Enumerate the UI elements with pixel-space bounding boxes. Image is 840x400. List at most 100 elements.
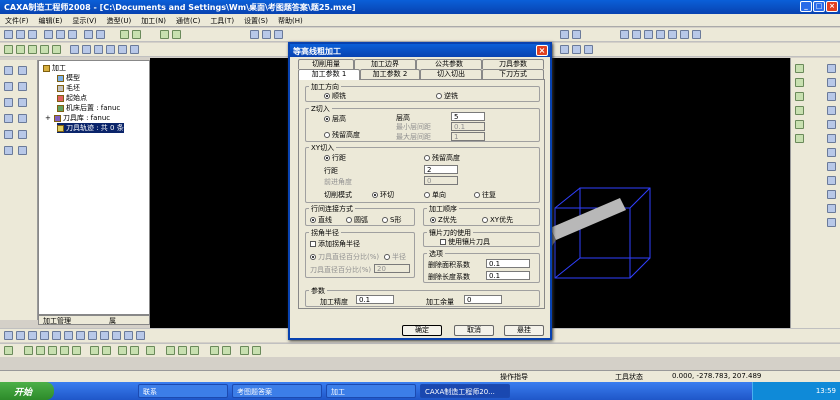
radio-link-line[interactable]: 直线 [310,215,332,225]
radio-z-residual[interactable]: 残留高度 [324,130,360,140]
close-button[interactable]: × [826,1,838,12]
tab-tool-params[interactable]: 刀具参数 [482,59,544,69]
m16-icon[interactable] [222,346,231,355]
radio-xy-first[interactable]: XY优先 [482,215,513,225]
refresh-icon[interactable] [692,30,701,39]
hang-button[interactable]: 悬挂 [504,325,544,336]
r-rect-icon[interactable] [795,106,804,115]
radio-xy-residual[interactable]: 残留高度 [424,153,460,163]
menu-comm[interactable]: 通信(C) [171,14,205,28]
m1-icon[interactable] [4,346,13,355]
m13-icon[interactable] [178,346,187,355]
f2-icon[interactable] [16,331,25,340]
menu-model[interactable]: 造型(U) [102,14,137,28]
tree-item-toolpath[interactable]: 刀具轨迹 : 共 0 条 [57,123,124,133]
radio-mode-loop[interactable]: 环切 [372,190,394,200]
radio-layer-height[interactable]: 层高 [324,114,346,124]
m10-icon[interactable] [130,346,139,355]
m15-icon[interactable] [210,346,219,355]
menu-edit[interactable]: 编辑(E) [34,14,68,28]
m14-icon[interactable] [190,346,199,355]
m3-icon[interactable] [36,346,45,355]
layer-height-input[interactable]: 5 [451,112,485,121]
circle-icon[interactable] [28,45,37,54]
task-contact[interactable]: 联系 [138,384,228,398]
copy-icon[interactable] [56,30,65,39]
r-line-icon[interactable] [795,64,804,73]
tree-root[interactable]: 加工 [43,63,66,73]
rotate-icon[interactable] [668,30,677,39]
extrude-icon[interactable] [70,45,79,54]
tab-cut-params[interactable]: 切削用量 [298,59,354,69]
f4-icon[interactable] [40,331,49,340]
m6-icon[interactable] [72,346,81,355]
save-icon[interactable] [28,30,37,39]
f3-icon[interactable] [28,331,37,340]
chamfer-icon[interactable] [130,45,139,54]
select-icon[interactable] [4,66,13,75]
offset-icon[interactable] [4,98,13,107]
r-project-icon[interactable] [827,106,836,115]
f12-icon[interactable] [136,331,145,340]
extend-icon[interactable] [584,45,593,54]
radio-link-s[interactable]: S形 [382,215,401,225]
delete-area-input[interactable]: 0.1 [486,259,530,268]
zoom-out-icon[interactable] [644,30,653,39]
surface-icon[interactable] [560,45,569,54]
tree-item-blank[interactable]: 毛坯 [57,83,80,93]
m7-icon[interactable] [90,346,99,355]
hide-icon[interactable] [4,146,13,155]
r-offset-icon[interactable] [827,92,836,101]
view-top-icon[interactable] [262,30,271,39]
radio-mode-zigzag[interactable]: 往复 [474,190,496,200]
redo-icon[interactable] [96,30,105,39]
r-break-icon[interactable] [827,204,836,213]
r-curve-icon[interactable] [827,78,836,87]
menu-tools[interactable]: 工具(T) [205,14,239,28]
checkbox-add-corner[interactable]: 添加拐角半径 [310,239,360,249]
tab-properties[interactable]: 属 [109,316,116,326]
cut-icon[interactable] [44,30,53,39]
tab-lead-in-out[interactable]: 切入切出 [420,69,482,79]
f6-icon[interactable] [64,331,73,340]
arc-icon[interactable] [16,45,25,54]
f7-icon[interactable] [76,331,85,340]
f10-icon[interactable] [112,331,121,340]
spline-icon[interactable] [52,45,61,54]
radio-row-spacing[interactable]: 行距 [324,153,346,163]
f1-icon[interactable] [4,331,13,340]
task-answers[interactable]: 考图题答案 [232,384,322,398]
array-icon[interactable] [4,114,13,123]
wire-icon[interactable] [572,30,581,39]
trim-icon[interactable] [572,45,581,54]
f8-icon[interactable] [88,331,97,340]
task-caxa[interactable]: CAXA制造工程师20... [420,384,510,398]
zoom-in-icon[interactable] [632,30,641,39]
r-trim-icon[interactable] [827,190,836,199]
row-spacing-input[interactable]: 2 [424,165,458,174]
tab-plunge[interactable]: 下刀方式 [482,69,544,79]
menu-file[interactable]: 文件(F) [0,14,34,28]
rect-icon[interactable] [40,45,49,54]
dim-icon[interactable] [18,82,27,91]
sketch-icon[interactable] [18,66,27,75]
tab-machining-params-1[interactable]: 加工参数 1 [298,69,360,80]
radio-conventional[interactable]: 逆铣 [436,91,458,101]
dialog-close-button[interactable]: × [536,45,548,56]
tab-boundary[interactable]: 加工边界 [354,59,416,69]
light-icon[interactable] [160,30,169,39]
point-icon[interactable] [4,82,13,91]
tree-item-post[interactable]: 机床后置 : fanuc [57,103,120,113]
grid-icon[interactable] [172,30,181,39]
zoom-window-icon[interactable] [620,30,629,39]
allowance-input[interactable]: 0 [464,295,502,304]
zoom-fit-icon[interactable] [656,30,665,39]
precision-input[interactable]: 0.1 [356,295,394,304]
m8-icon[interactable] [102,346,111,355]
move-icon[interactable] [18,114,27,123]
m17-icon[interactable] [240,346,249,355]
radio-mode-oneway[interactable]: 单向 [424,190,446,200]
measure-icon[interactable] [18,130,27,139]
revolve-icon[interactable] [82,45,91,54]
menu-view[interactable]: 显示(V) [67,14,101,28]
